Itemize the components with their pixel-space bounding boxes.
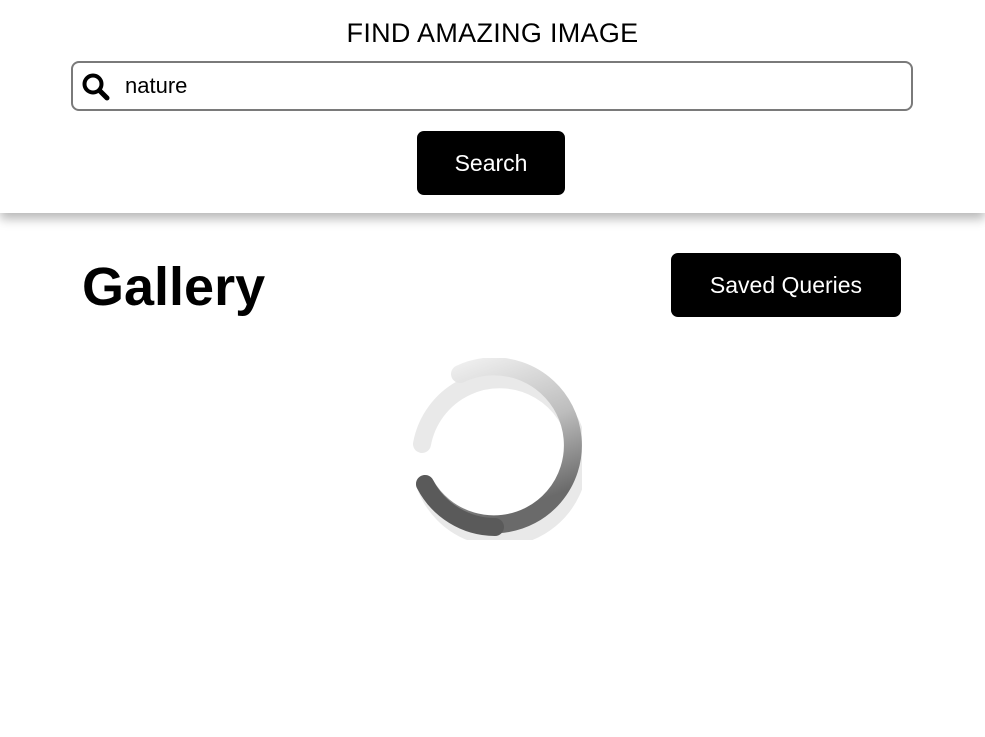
saved-queries-button[interactable]: Saved Queries [671,253,901,317]
search-header: FIND AMAZING IMAGE Search [0,0,985,213]
loading-spinner-icon [413,358,582,540]
app-title: FIND AMAZING IMAGE [346,18,639,48]
search-box[interactable] [71,61,913,111]
search-icon [82,73,110,101]
gallery-title: Gallery [82,257,266,317]
search-button[interactable]: Search [417,131,565,195]
search-input[interactable] [125,63,895,109]
